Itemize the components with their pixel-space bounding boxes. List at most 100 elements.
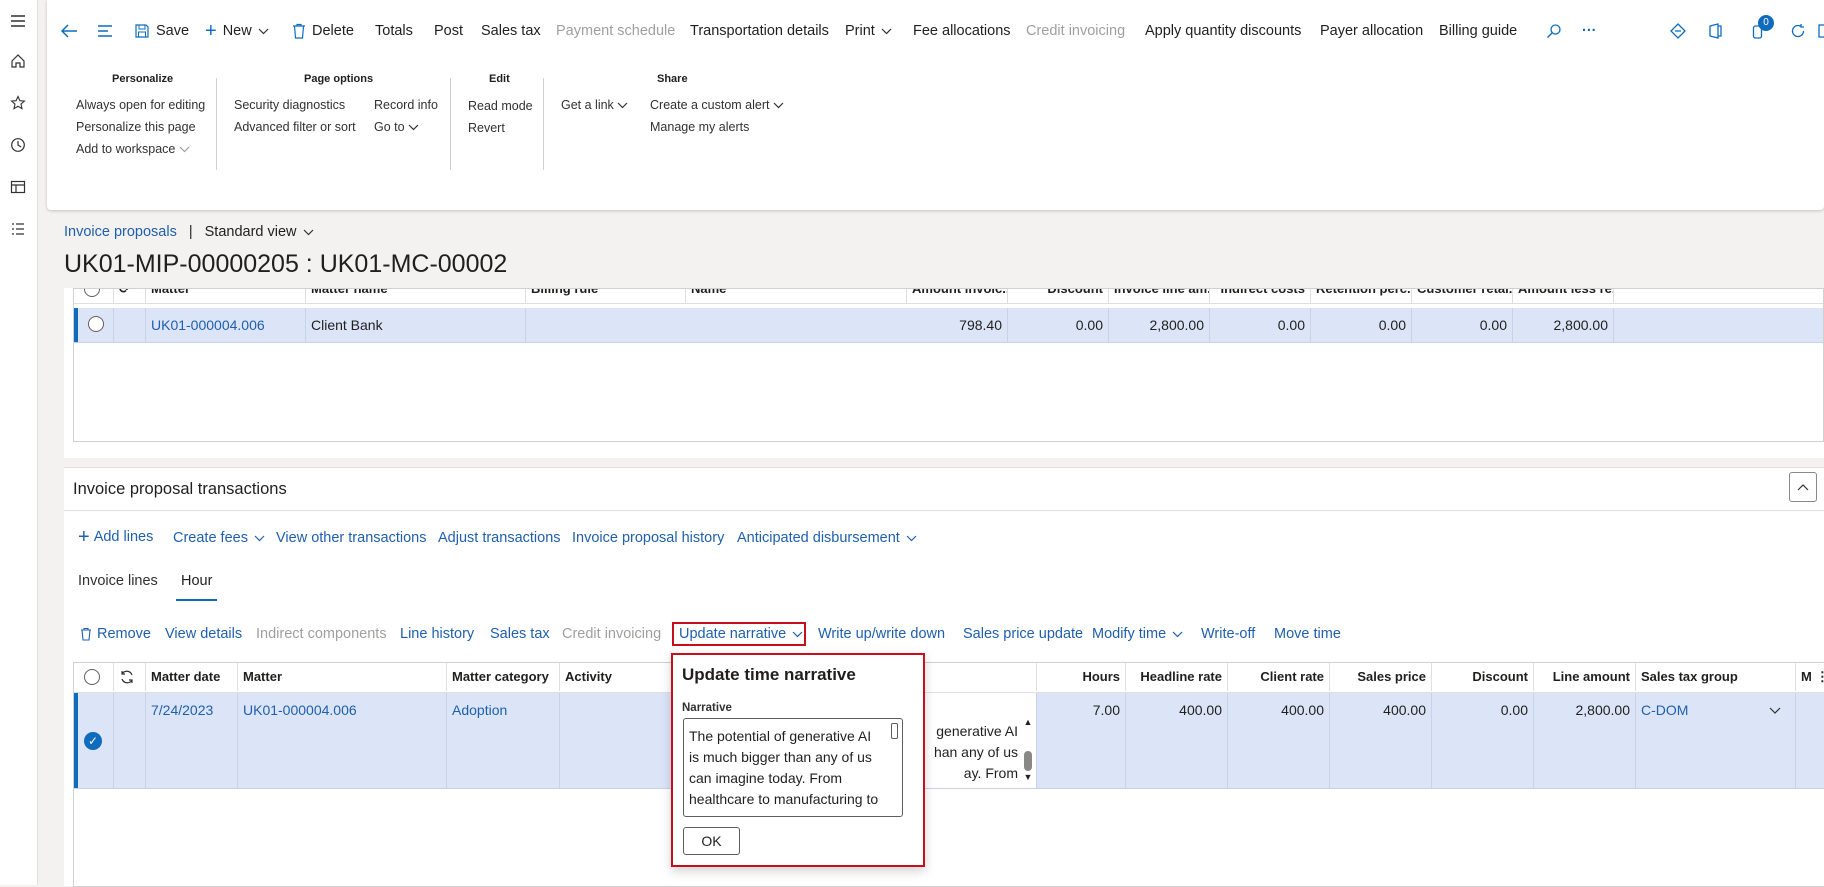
textarea-scrollbar-thumb[interactable] — [891, 723, 898, 739]
col-header-matter[interactable]: Matter — [238, 663, 447, 691]
col-header-hours[interactable]: Hours — [1037, 663, 1126, 691]
delete-button[interactable]: Delete — [292, 19, 354, 43]
matter-cell[interactable]: UK01-000004.006 — [146, 308, 306, 342]
indirect-components-button[interactable]: Indirect components — [256, 626, 387, 642]
action-menu-icon[interactable] — [97, 19, 113, 43]
col-header-discount[interactable]: Discount — [1008, 289, 1109, 303]
apply-quantity-discounts-button[interactable]: Apply quantity discounts — [1145, 19, 1301, 43]
go-to-button[interactable]: Go to — [374, 120, 419, 134]
hours-cell[interactable]: 7.00 — [1037, 693, 1126, 788]
narrative-textarea[interactable]: The potential of generative AI is much b… — [683, 718, 903, 817]
save-button[interactable]: Save — [134, 19, 189, 43]
col-header-m[interactable]: M⋮ — [1796, 663, 1824, 691]
discount-cell[interactable]: 0.00 — [1008, 308, 1109, 342]
workspaces-icon[interactable] — [5, 174, 31, 200]
sales-tax-button[interactable]: Sales tax — [490, 626, 550, 642]
row-checkbox[interactable]: ✓ — [74, 693, 114, 788]
m-cell[interactable] — [1796, 693, 1824, 788]
collapse-section-button[interactable] — [1789, 472, 1817, 502]
read-mode-button[interactable]: Read mode — [468, 99, 533, 113]
col-header-discount[interactable]: Discount — [1432, 663, 1534, 691]
hamburger-menu-icon[interactable] — [5, 8, 31, 34]
amount-invoiced-cell[interactable]: 798.40 — [907, 308, 1008, 342]
personalize-this-page-button[interactable]: Personalize this page — [76, 120, 196, 134]
security-diagnostics-button[interactable]: Security diagnostics — [234, 98, 345, 112]
col-header-matter-name[interactable]: Matter name — [306, 289, 526, 303]
narrative-scrollbar[interactable]: ▲ ▼ — [1022, 695, 1034, 783]
update-narrative-button[interactable]: Update narrative — [672, 622, 806, 646]
col-header-client-rate[interactable]: Client rate — [1228, 663, 1330, 691]
col-header-amount-invoiced[interactable]: Amount invoic... — [907, 289, 1008, 303]
view-other-transactions-button[interactable]: View other transactions — [276, 530, 426, 546]
col-header-line-amount[interactable]: Line amount — [1534, 663, 1636, 691]
scroll-up-arrow-icon[interactable]: ▲ — [1022, 716, 1034, 728]
record-info-button[interactable]: Record info — [374, 98, 438, 112]
anticipated-disbursement-button[interactable]: Anticipated disbursement — [737, 530, 917, 546]
search-icon[interactable] — [1546, 19, 1562, 43]
sales-price-update-button[interactable]: Sales price update — [963, 626, 1083, 642]
refresh-icon[interactable] — [1790, 19, 1806, 43]
headline-rate-cell[interactable]: 400.00 — [1126, 693, 1228, 788]
new-button[interactable]: + New — [205, 19, 269, 43]
back-arrow-icon[interactable] — [60, 19, 78, 43]
refresh-column-icon[interactable] — [114, 663, 146, 691]
write-off-button[interactable]: Write-off — [1201, 626, 1255, 642]
diamond-icon[interactable] — [1670, 19, 1686, 43]
billing-guide-button[interactable]: Billing guide — [1439, 19, 1517, 43]
row-radio[interactable] — [74, 308, 114, 342]
manage-my-alerts-button[interactable]: Manage my alerts — [650, 120, 749, 134]
col-header-retention-percent[interactable]: Retention perc... — [1311, 289, 1412, 303]
col-header-headline-rate[interactable]: Headline rate — [1126, 663, 1228, 691]
table-row[interactable]: ✓ 7/24/2023 UK01-000004.006 Adoption gen… — [74, 693, 1824, 789]
col-header-matter-category[interactable]: Matter category — [447, 663, 560, 691]
remove-button[interactable]: Remove — [80, 626, 151, 642]
scroll-down-arrow-icon[interactable]: ▼ — [1022, 771, 1034, 783]
col-header-billing-rule[interactable]: Billing rule — [526, 289, 686, 303]
create-custom-alert-button[interactable]: Create a custom alert — [650, 98, 784, 112]
col-header-sales-price[interactable]: Sales price — [1330, 663, 1432, 691]
col-header-matter-date[interactable]: Matter date — [146, 663, 238, 691]
notifications-icon[interactable]: 0 — [1752, 15, 1774, 43]
col-header-narrative[interactable] — [910, 663, 1037, 691]
payer-allocation-button[interactable]: Payer allocation — [1320, 19, 1423, 43]
invoice-proposal-history-button[interactable]: Invoice proposal history — [572, 530, 724, 546]
move-time-button[interactable]: Move time — [1274, 626, 1341, 642]
adjust-transactions-button[interactable]: Adjust transactions — [438, 530, 561, 546]
retention-percent-cell[interactable]: 0.00 — [1311, 308, 1412, 342]
post-button[interactable]: Post — [434, 19, 463, 43]
tab-invoice-lines[interactable]: Invoice lines — [78, 573, 158, 589]
open-in-new-window-icon[interactable] — [1818, 19, 1824, 43]
ok-button[interactable]: OK — [683, 827, 740, 855]
modify-time-button[interactable]: Modify time — [1092, 626, 1183, 642]
table-row[interactable]: UK01-000004.006 Client Bank 798.40 0.00 … — [74, 308, 1823, 343]
matter-category-cell[interactable]: Adoption — [447, 693, 560, 788]
indirect-costs-cell[interactable]: 0.00 — [1210, 308, 1311, 342]
client-rate-cell[interactable]: 400.00 — [1228, 693, 1330, 788]
select-all-radio[interactable] — [74, 663, 114, 691]
line-history-button[interactable]: Line history — [400, 626, 474, 642]
payment-schedule-button[interactable]: Payment schedule — [556, 19, 675, 43]
col-header-name[interactable]: Name — [686, 289, 907, 303]
home-icon[interactable] — [5, 48, 31, 74]
select-all-radio[interactable] — [74, 289, 114, 303]
print-button[interactable]: Print — [845, 19, 892, 43]
always-open-for-editing-button[interactable]: Always open for editing — [76, 98, 205, 112]
sales-tax-button[interactable]: Sales tax — [481, 19, 541, 43]
line-amount-cell[interactable]: 2,800.00 — [1534, 693, 1636, 788]
discount-cell[interactable]: 0.00 — [1432, 693, 1534, 788]
office-icon[interactable] — [1708, 19, 1722, 43]
create-fees-button[interactable]: Create fees — [173, 530, 265, 546]
revert-button[interactable]: Revert — [468, 121, 505, 135]
col-header-indirect-costs[interactable]: Indirect costs — [1210, 289, 1311, 303]
matter-cell[interactable]: UK01-000004.006 — [238, 693, 447, 788]
refresh-column-icon[interactable]: ⟳ — [114, 289, 146, 303]
advanced-filter-button[interactable]: Advanced filter or sort — [234, 120, 356, 134]
add-lines-button[interactable]: + Add lines — [78, 527, 153, 547]
sales-tax-group-select[interactable]: C-DOM — [1636, 693, 1796, 788]
amount-less-retention-cell[interactable]: 2,800.00 — [1513, 308, 1614, 342]
tab-hour[interactable]: Hour — [176, 573, 218, 601]
customer-retained-cell[interactable]: 0.00 — [1412, 308, 1513, 342]
write-up-down-button[interactable]: Write up/write down — [818, 626, 945, 642]
transportation-details-button[interactable]: Transportation details — [690, 19, 829, 43]
credit-invoicing-button[interactable]: Credit invoicing — [562, 626, 661, 642]
